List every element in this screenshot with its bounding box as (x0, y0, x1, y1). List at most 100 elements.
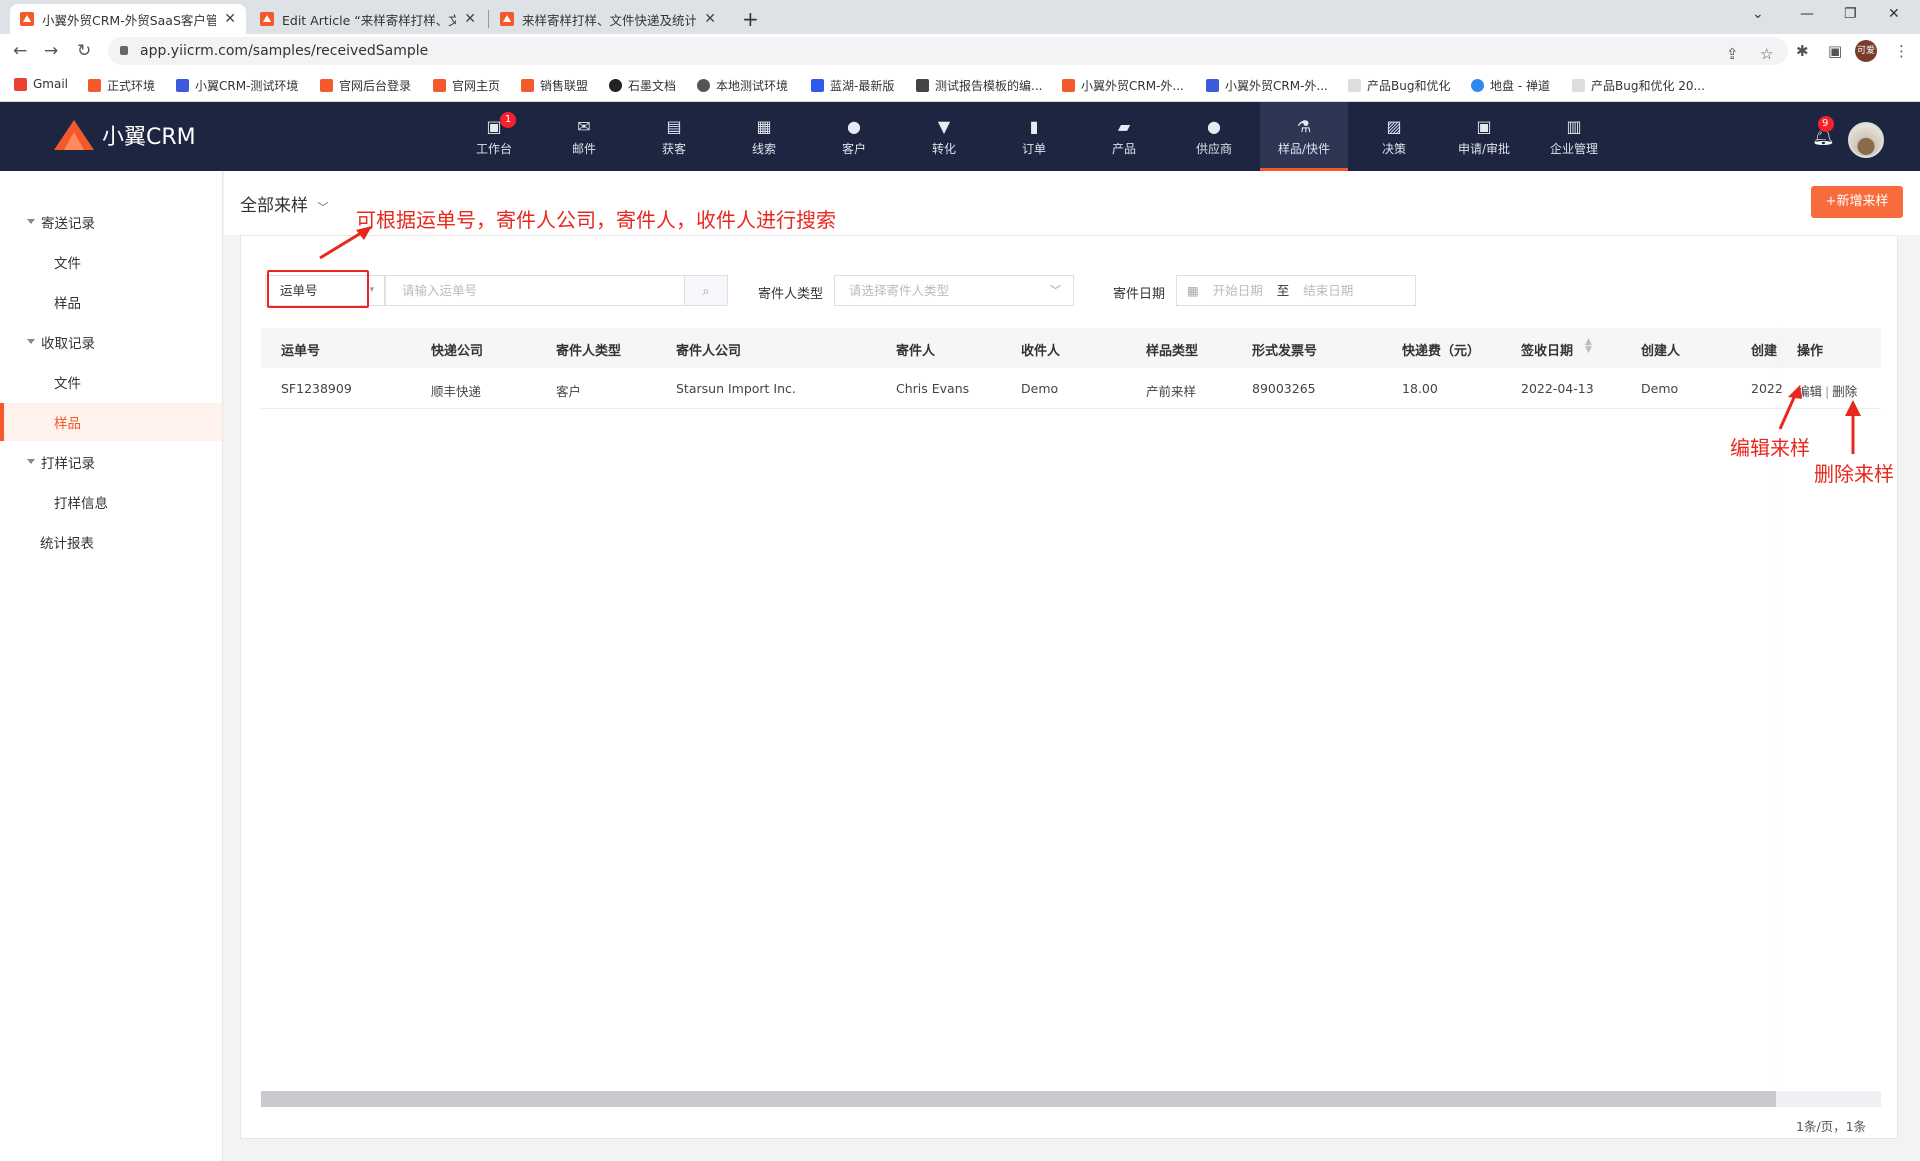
approval-icon: ▣ (1476, 117, 1492, 136)
bookmark-item[interactable]: Gmail (14, 77, 68, 91)
horizontal-scrollbar[interactable] (261, 1091, 1881, 1107)
close-tab-icon[interactable]: ✕ (704, 11, 716, 27)
sidebar-item-sent-samples[interactable]: 样品 (0, 283, 222, 321)
nav-item-label: 申请/审批 (1457, 142, 1511, 156)
bookmark-item[interactable]: 官网后台登录 (320, 77, 411, 94)
add-sample-button[interactable]: +新增来样 (1811, 186, 1903, 218)
yiicrm-icon (1062, 79, 1075, 92)
column-header[interactable]: 签收日期 (1521, 340, 1573, 359)
tab-divider (488, 10, 489, 28)
table-cell: SF1238909 (281, 381, 352, 396)
sidebar-group-sent[interactable]: 寄送记录 (0, 203, 222, 241)
bookmark-star-icon[interactable]: ☆ (1760, 45, 1773, 63)
nav-item[interactable]: ▥ 企业管理 (1530, 102, 1618, 171)
nav-item[interactable]: ▣ 申请/审批 (1440, 102, 1528, 171)
browser-tab[interactable]: Edit Article “来样寄样打样、文… ✕ (250, 4, 486, 34)
address-bar-row: ← → ↻ app.yiicrm.com/samples/receivedSam… (0, 34, 1920, 68)
table-cell: 顺丰快递 (431, 384, 482, 399)
tab-search-icon[interactable]: ⌄ (1752, 6, 1764, 22)
nav-item[interactable]: ▣ 工作台 1 (450, 102, 538, 171)
nav-item[interactable]: ▮ 订单 (990, 102, 1078, 171)
nav-item[interactable]: ⚗ 样品/快件 (1260, 102, 1348, 171)
column-header: 寄件人类型 (556, 344, 622, 359)
share-icon[interactable]: ⇪ (1726, 45, 1739, 63)
search-button[interactable]: ⌕ (684, 275, 728, 306)
browser-tab-active[interactable]: 小翼外贸CRM-外贸SaaS客户管理 ✕ (10, 4, 246, 34)
bookmark-item[interactable]: 蓝湖-最新版 (811, 77, 894, 94)
new-tab-button[interactable]: + (732, 4, 766, 34)
bookmark-item[interactable]: 官网主页 (433, 77, 500, 94)
restore-icon[interactable]: ❐ (1844, 6, 1857, 22)
url-field[interactable]: app.yiicrm.com/samples/receivedSample ⇪ … (108, 37, 1788, 65)
nav-badge: 1 (500, 112, 516, 128)
sidebar-item-received-files[interactable]: 文件 (0, 363, 222, 401)
delete-link[interactable]: 删除 (1832, 384, 1857, 399)
sidebar-item-reports[interactable]: 统计报表 (0, 523, 222, 561)
sidebar-group-proofing[interactable]: 打样记录 (0, 443, 222, 481)
bookmark-item[interactable]: 测试报告模板的编... (916, 77, 1042, 94)
close-tab-icon[interactable]: ✕ (224, 11, 236, 27)
search-input[interactable]: 请输入运单号 (385, 275, 685, 306)
sort-icon[interactable]: ▲ ▼ (1585, 338, 1592, 355)
lock-icon (120, 46, 128, 55)
app-logo[interactable]: 小翼CRM (50, 118, 196, 152)
yiicrm-icon (88, 79, 101, 92)
column-header: 寄件人 (896, 344, 936, 359)
bookmarks-bar: Gmail 正式环境 小翼CRM-测试环境 官网后台登录 官网主页 销售联盟 石… (0, 68, 1920, 102)
bookmark-item[interactable]: 产品Bug和优化 (1348, 77, 1450, 94)
nav-item-label: 订单 (1021, 142, 1046, 156)
date-range-picker[interactable]: ▦ 开始日期 至 结束日期 (1176, 275, 1416, 306)
bookmark-item[interactable]: 石墨文档 (609, 77, 676, 94)
bookmark-item[interactable]: 小翼外贸CRM-外... (1206, 77, 1328, 94)
sender-type-select[interactable]: 请选择寄件人类型 ﹀ (834, 275, 1074, 306)
nav-item[interactable]: ▤ 获客 (630, 102, 718, 171)
nav-item-label: 产品 (1111, 142, 1136, 156)
sidebar-group-received[interactable]: 收取记录 (0, 323, 222, 361)
bookmark-item[interactable]: 小翼CRM-测试环境 (176, 77, 298, 94)
sidebar-group-label: 寄送记录 (41, 216, 95, 232)
nav-item[interactable]: ▨ 决策 (1350, 102, 1438, 171)
app-header: 小翼CRM ▣ 工作台 1 ✉ 邮件 ▤ 获客 ▦ 线索 ● 客户 ▼ 转化 ▮ 订单 ▰ 产品 ● 供应商 ⚗ 样品/… (0, 102, 1920, 171)
mail-icon: ✉ (577, 117, 591, 136)
extensions-icon[interactable]: ✱ (1796, 42, 1809, 60)
bookmark-item[interactable]: 销售联盟 (521, 77, 588, 94)
nav-item[interactable]: ▼ 转化 (900, 102, 988, 171)
nav-item[interactable]: ● 客户 (810, 102, 898, 171)
browser-tab[interactable]: 来样寄样打样、文件快递及统计… ✕ (490, 4, 726, 34)
nav-item[interactable]: ✉ 邮件 (540, 102, 628, 171)
yiicrm-icon (320, 79, 333, 92)
bookmark-item[interactable]: 产品Bug和优化 20... (1572, 77, 1705, 94)
nav-item[interactable]: ● 供应商 (1170, 102, 1258, 171)
profile-avatar[interactable]: 可爱 (1855, 40, 1877, 62)
forward-icon[interactable]: → (44, 41, 58, 61)
sidepanel-icon[interactable]: ▣ (1828, 42, 1842, 60)
reload-icon[interactable]: ↻ (77, 41, 91, 61)
table-cell: 89003265 (1252, 381, 1316, 396)
column-header: 形式发票号 (1252, 344, 1318, 359)
search-icon: ⌕ (702, 283, 710, 298)
gmail-icon (14, 77, 27, 91)
sidebar-item-received-samples[interactable]: 样品 (0, 403, 222, 441)
nav-item-label: 邮件 (571, 142, 596, 156)
bookmark-item[interactable]: 正式环境 (88, 77, 155, 94)
sidebar-item-sent-files[interactable]: 文件 (0, 243, 222, 281)
table-row[interactable]: SF1238909 顺丰快递 客户 Starsun Import Inc. Chris … (261, 368, 1881, 409)
close-window-icon[interactable]: ✕ (1888, 6, 1900, 22)
nav-item[interactable]: ▦ 线索 (720, 102, 808, 171)
user-avatar[interactable] (1848, 122, 1884, 158)
annotation-arrow (1845, 400, 1861, 454)
back-icon[interactable]: ← (13, 41, 27, 61)
bookmark-item[interactable]: 本地测试环境 (697, 77, 788, 94)
yiicrm-icon (433, 79, 446, 92)
menu-kebab-icon[interactable]: ⋮ (1894, 42, 1909, 60)
sidebar-item-proofing-info[interactable]: 打样信息 (0, 483, 222, 521)
close-tab-icon[interactable]: ✕ (464, 11, 476, 27)
view-selector[interactable]: 全部来样 ﹀ (240, 191, 328, 216)
minimize-icon[interactable]: — (1800, 6, 1814, 22)
yiicrm-test-icon (176, 79, 189, 92)
nav-item[interactable]: ▰ 产品 (1080, 102, 1168, 171)
scrollbar-thumb[interactable] (261, 1091, 1776, 1107)
bookmark-item[interactable]: 地盘 - 禅道 (1471, 77, 1550, 94)
bookmark-item[interactable]: 小翼外贸CRM-外... (1062, 77, 1184, 94)
column-header: 寄件人公司 (676, 344, 742, 359)
